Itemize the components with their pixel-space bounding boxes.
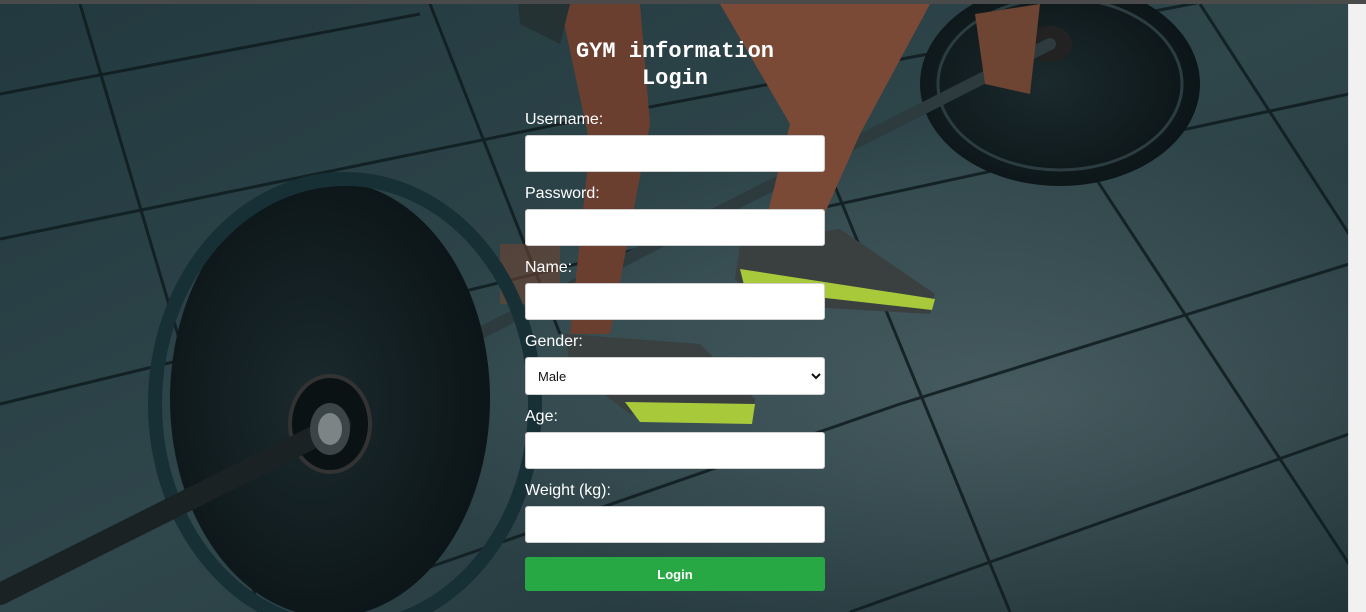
username-label: Username: xyxy=(525,111,604,128)
vertical-scrollbar[interactable] xyxy=(1348,4,1366,612)
password-field-group: Password: xyxy=(525,185,825,246)
username-input[interactable] xyxy=(525,135,825,172)
username-field-group: Username: xyxy=(525,111,825,172)
gender-label: Gender: xyxy=(525,333,583,350)
name-label: Name: xyxy=(525,259,573,276)
password-input[interactable] xyxy=(525,209,825,246)
login-button[interactable]: Login xyxy=(525,557,825,591)
weight-field-group: Weight (kg): xyxy=(525,482,825,543)
browser-viewport: GYM information Login Username: Password… xyxy=(0,0,1366,612)
age-label: Age: xyxy=(525,408,558,425)
password-label: Password: xyxy=(525,185,600,202)
name-input[interactable] xyxy=(525,283,825,320)
gender-field-group: Gender: Male xyxy=(525,333,825,395)
window-top-border xyxy=(0,0,1366,4)
weight-input[interactable] xyxy=(525,506,825,543)
age-input[interactable] xyxy=(525,432,825,469)
page-title: GYM information Login xyxy=(575,39,775,91)
name-field-group: Name: xyxy=(525,259,825,320)
age-field-group: Age: xyxy=(525,408,825,469)
gender-select[interactable]: Male xyxy=(525,357,825,395)
login-form: Username: Password: Name: Gender: Male A… xyxy=(525,111,825,591)
login-panel: GYM information Login Username: Password… xyxy=(525,4,825,591)
weight-label: Weight (kg): xyxy=(525,482,611,499)
